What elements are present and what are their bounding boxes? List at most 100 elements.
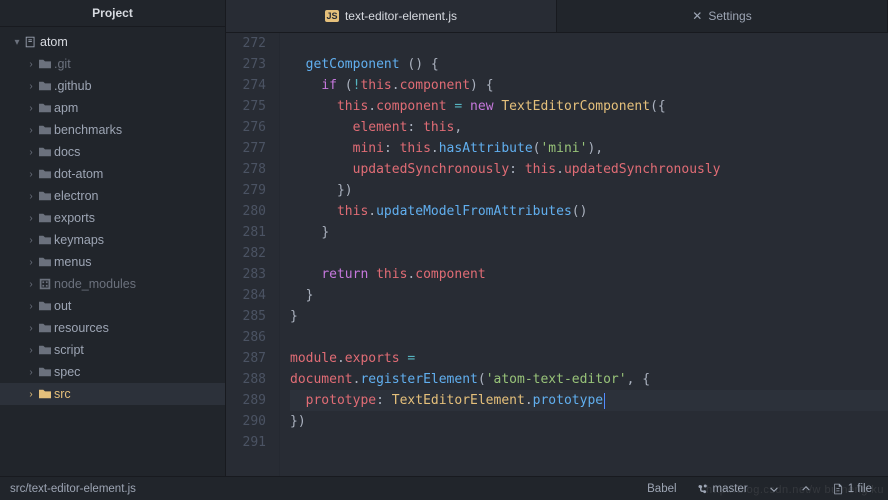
arrow-down-icon	[768, 483, 780, 495]
code-line[interactable]: module.exports =	[290, 348, 888, 369]
tree-item-src[interactable]: ›src	[0, 383, 225, 405]
text-cursor	[604, 393, 605, 409]
file-diff-icon	[832, 483, 844, 495]
code-line[interactable]: this.updateModelFromAttributes()	[290, 201, 888, 222]
gutter-line: 272	[226, 33, 266, 54]
tree-item-apm[interactable]: ›apm	[0, 97, 225, 119]
code-line[interactable]: getComponent () {	[290, 54, 888, 75]
gutter-line: 290	[226, 411, 266, 432]
status-push[interactable]	[794, 483, 818, 495]
tab-file[interactable]: JS text-editor-element.js	[226, 0, 557, 32]
code-line[interactable]	[290, 432, 888, 453]
folder-icon	[36, 168, 54, 180]
repo-icon	[22, 35, 40, 49]
folder-icon	[36, 322, 54, 334]
status-branch[interactable]: master	[691, 483, 754, 495]
code-line[interactable]	[290, 33, 888, 54]
code-line[interactable]: mini: this.hasAttribute('mini'),	[290, 138, 888, 159]
tree-item-label: out	[54, 299, 71, 313]
tree-item--github[interactable]: ›.github	[0, 75, 225, 97]
tree-item-label: docs	[54, 145, 80, 159]
editor-pane: JS text-editor-element.js ✕ Settings 272…	[226, 0, 888, 476]
chevron-right-icon: ›	[26, 169, 36, 180]
tree-root-label: atom	[40, 35, 68, 49]
code-line[interactable]: this.component = new TextEditorComponent…	[290, 96, 888, 117]
folder-icon	[36, 124, 54, 136]
app-window: Project ▾atom›.git›.github›apm›benchmark…	[0, 0, 888, 500]
tree-item-label: dot-atom	[54, 167, 103, 181]
code-line[interactable]: prototype: TextEditorElement.prototype	[290, 390, 888, 411]
tree-item-electron[interactable]: › electron	[0, 185, 225, 207]
folder-icon	[36, 234, 54, 246]
code-line[interactable]: updatedSynchronously: this.updatedSynchr…	[290, 159, 888, 180]
main-area: Project ▾atom›.git›.github›apm›benchmark…	[0, 0, 888, 476]
gutter-line: 275	[226, 96, 266, 117]
code-line[interactable]: })	[290, 180, 888, 201]
code-line[interactable]: document.registerElement('atom-text-edit…	[290, 369, 888, 390]
tree-item-script[interactable]: ›script	[0, 339, 225, 361]
js-icon: JS	[325, 10, 339, 22]
status-changed-files[interactable]: 1 file	[826, 483, 878, 495]
arrow-up-icon	[800, 483, 812, 495]
chevron-right-icon: ›	[26, 191, 36, 202]
tree-item-label: .github	[54, 79, 92, 93]
chevron-down-icon: ▾	[12, 37, 22, 48]
gutter-line: 287	[226, 348, 266, 369]
gutter-line: 284	[226, 285, 266, 306]
tree-item-resources[interactable]: ›resources	[0, 317, 225, 339]
tree-item-dot-atom[interactable]: › dot-atom	[0, 163, 225, 185]
tree-item-keymaps[interactable]: ›keymaps	[0, 229, 225, 251]
chevron-right-icon: ›	[26, 367, 36, 378]
chevron-right-icon: ›	[26, 235, 36, 246]
status-grammar[interactable]: Babel	[641, 483, 682, 495]
gutter-line: 289	[226, 390, 266, 411]
code-content[interactable]: getComponent () { if (!this.component) {…	[280, 33, 888, 476]
tab-file-label: text-editor-element.js	[345, 9, 457, 23]
status-path[interactable]: src/text-editor-element.js	[10, 483, 633, 495]
chevron-right-icon: ›	[26, 257, 36, 268]
chevron-right-icon: ›	[26, 301, 36, 312]
gutter-line: 279	[226, 180, 266, 201]
chevron-right-icon: ›	[26, 323, 36, 334]
tree-item-benchmarks[interactable]: › benchmarks	[0, 119, 225, 141]
code-line[interactable]: if (!this.component) {	[290, 75, 888, 96]
status-fetch[interactable]	[762, 483, 786, 495]
tree-item-out[interactable]: › out	[0, 295, 225, 317]
chevron-right-icon: ›	[26, 103, 36, 114]
tree-item-menus[interactable]: ›menus	[0, 251, 225, 273]
tree-item-label: script	[54, 343, 84, 357]
tree-item-label: benchmarks	[54, 123, 122, 137]
folder-icon	[36, 102, 54, 114]
tree-item--git[interactable]: ›.git	[0, 53, 225, 75]
chevron-right-icon: ›	[26, 279, 36, 290]
file-tree[interactable]: ▾atom›.git›.github›apm›benchmarks›docs›d…	[0, 27, 225, 476]
tree-item-label: electron	[54, 189, 98, 203]
tree-item-label: src	[54, 387, 71, 401]
folder-icon	[36, 388, 54, 400]
tree-item-exports[interactable]: ›exports	[0, 207, 225, 229]
code-line[interactable]: return this.component	[290, 264, 888, 285]
code-line[interactable]	[290, 243, 888, 264]
code-line[interactable]: })	[290, 411, 888, 432]
folder-icon	[36, 190, 54, 202]
gutter-line: 273	[226, 54, 266, 75]
tree-item-node-modules[interactable]: ›node_modules	[0, 273, 225, 295]
tab-settings[interactable]: ✕ Settings	[557, 0, 888, 32]
tree-root[interactable]: ▾ atom	[0, 31, 225, 53]
chevron-right-icon: ›	[26, 125, 36, 136]
code-line[interactable]: }	[290, 285, 888, 306]
chevron-right-icon: ›	[26, 59, 36, 70]
code-area[interactable]: 2722732742752762772782792802812822832842…	[226, 33, 888, 476]
code-line[interactable]: }	[290, 306, 888, 327]
code-line[interactable]: element: this,	[290, 117, 888, 138]
chevron-right-icon: ›	[26, 147, 36, 158]
gutter-line: 277	[226, 138, 266, 159]
folder-icon	[36, 344, 54, 356]
folder-icon	[36, 256, 54, 268]
tree-item-docs[interactable]: › docs	[0, 141, 225, 163]
code-line[interactable]: }	[290, 222, 888, 243]
tools-icon: ✕	[692, 9, 702, 23]
code-line[interactable]	[290, 327, 888, 348]
gutter-line: 288	[226, 369, 266, 390]
tree-item-spec[interactable]: ›spec	[0, 361, 225, 383]
